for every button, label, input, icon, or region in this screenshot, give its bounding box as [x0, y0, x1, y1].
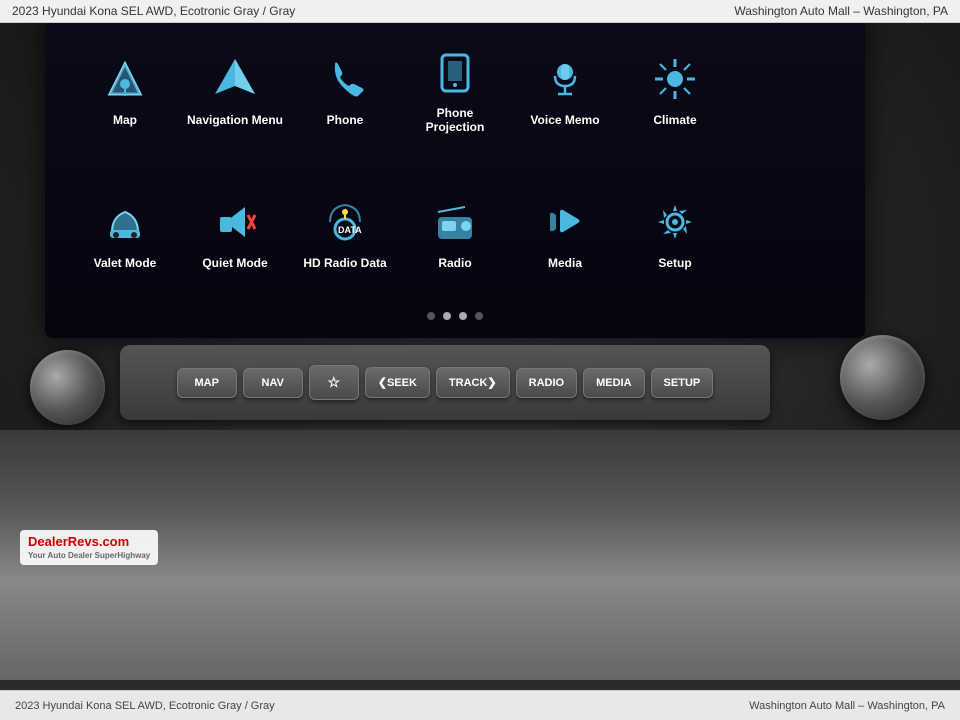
menu-item-nav[interactable]: Navigation Menu	[180, 28, 290, 151]
map-label: Map	[113, 113, 137, 127]
map-button[interactable]: MAP	[177, 368, 237, 398]
radio-button[interactable]: RADIO	[516, 368, 577, 398]
menu-item-empty1	[730, 28, 840, 151]
bottom-right: Washington Auto Mall – Washington, PA	[749, 700, 945, 712]
dot-4	[475, 312, 483, 320]
photo-container: Map Navigation Menu Phone	[0, 0, 960, 680]
nav-label: Navigation Menu	[187, 113, 283, 127]
nav-icon	[205, 52, 265, 107]
map-icon	[95, 52, 155, 107]
phone-label: Phone	[327, 113, 364, 127]
climate-label: Climate	[653, 113, 696, 127]
menu-item-climate[interactable]: Climate	[620, 28, 730, 151]
radio-label: Radio	[438, 256, 471, 270]
setup-button[interactable]: SETUP	[651, 368, 714, 398]
dot-1	[427, 312, 435, 320]
menu-item-media[interactable]: Media	[510, 171, 620, 294]
menu-item-valet[interactable]: Valet Mode	[70, 171, 180, 294]
voice-memo-label: Voice Memo	[530, 113, 599, 127]
menu-grid-row2: Valet Mode Quiet Mode DATA HD Radio Data	[50, 161, 860, 304]
voice-memo-icon	[535, 52, 595, 107]
setup-label: Setup	[658, 256, 691, 270]
dealer-tagline: Your Auto Dealer SuperHighway	[28, 551, 150, 561]
menu-grid-row1: Map Navigation Menu Phone	[50, 18, 860, 161]
menu-item-phone[interactable]: Phone	[290, 28, 400, 151]
phone-proj-label: Phone Projection	[426, 106, 485, 135]
header-dealer: Washington Auto Mall – Washington, PA	[734, 4, 948, 18]
climate-icon	[645, 52, 705, 107]
infotainment-screen: Map Navigation Menu Phone	[45, 8, 865, 338]
menu-item-setup[interactable]: Setup	[620, 171, 730, 294]
volume-knob[interactable]	[30, 350, 105, 425]
menu-item-hd-radio[interactable]: DATA HD Radio Data	[290, 171, 400, 294]
dot-3	[459, 312, 467, 320]
quiet-icon	[205, 195, 265, 250]
menu-item-phone-proj[interactable]: Phone Projection	[400, 28, 510, 151]
dealer-logo: DealerRevs.com Your Auto Dealer SuperHig…	[20, 530, 158, 565]
hd-radio-label: HD Radio Data	[303, 256, 386, 270]
phone-proj-icon	[425, 45, 485, 100]
menu-item-empty2	[730, 171, 840, 294]
screen-content: Map Navigation Menu Phone	[45, 8, 865, 338]
setup-icon	[645, 195, 705, 250]
valet-label: Valet Mode	[94, 256, 157, 270]
track-fwd-button[interactable]: TRACK❯	[436, 367, 510, 398]
dealer-brand: DealerRevs.com	[28, 534, 150, 551]
menu-item-quiet[interactable]: Quiet Mode	[180, 171, 290, 294]
favorite-button[interactable]: ☆	[309, 365, 359, 400]
bottom-bar: 2023 Hyundai Kona SEL AWD, Ecotronic Gra…	[0, 690, 960, 720]
nav-button[interactable]: NAV	[243, 368, 303, 398]
media-button[interactable]: MEDIA	[583, 368, 644, 398]
header-title: 2023 Hyundai Kona SEL AWD, Ecotronic Gra…	[12, 4, 295, 18]
radio-icon	[425, 195, 485, 250]
phone-icon	[315, 52, 375, 107]
media-icon	[535, 195, 595, 250]
button-panel: MAP NAV ☆ ❮SEEK TRACK❯ RADIO MEDIA SETUP	[120, 345, 770, 420]
valet-icon	[95, 195, 155, 250]
tuner-knob[interactable]	[840, 335, 925, 420]
media-label: Media	[548, 256, 582, 270]
menu-item-map[interactable]: Map	[70, 28, 180, 151]
dot-2	[443, 312, 451, 320]
bottom-left: 2023 Hyundai Kona SEL AWD, Ecotronic Gra…	[15, 700, 275, 712]
seek-back-button[interactable]: ❮SEEK	[365, 367, 430, 398]
menu-item-radio[interactable]: Radio	[400, 171, 510, 294]
quiet-label: Quiet Mode	[202, 256, 267, 270]
menu-item-voice-memo[interactable]: Voice Memo	[510, 28, 620, 151]
screen-dots	[50, 304, 860, 328]
svg-text:DATA: DATA	[338, 225, 362, 235]
top-bar: 2023 Hyundai Kona SEL AWD, Ecotronic Gra…	[0, 0, 960, 23]
hd-radio-icon: DATA	[315, 195, 375, 250]
